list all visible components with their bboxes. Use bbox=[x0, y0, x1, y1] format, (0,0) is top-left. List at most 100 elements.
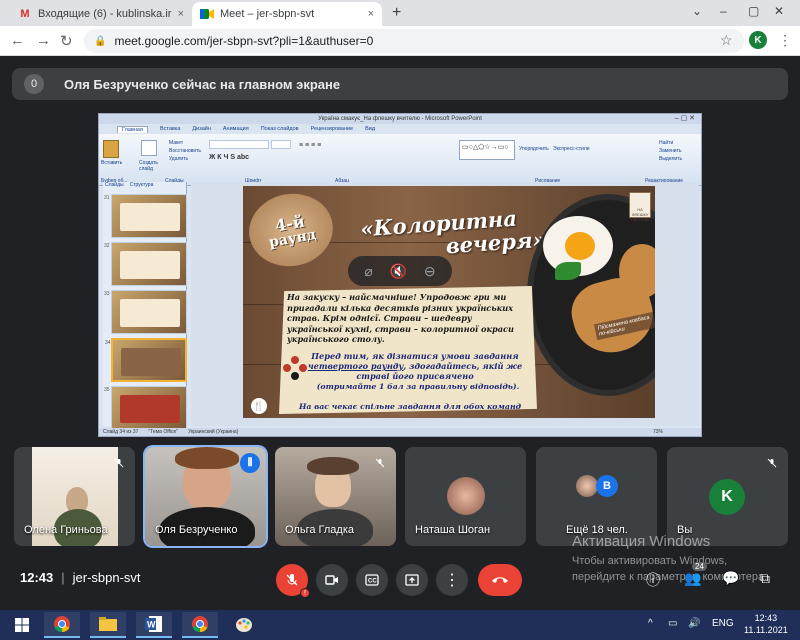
hang-up-icon bbox=[492, 577, 508, 583]
others-letter-avatar: B bbox=[596, 475, 618, 497]
participant-tile[interactable]: Олена Гриньова bbox=[14, 447, 135, 546]
forward-arrow-icon[interactable]: → bbox=[36, 32, 51, 49]
new-tab-button[interactable]: + bbox=[392, 4, 401, 22]
tab-gmail-label: Входящие (6) - kublinska.irina@g bbox=[38, 8, 172, 20]
self-avatar: K bbox=[709, 479, 745, 515]
mute-presentation-icon[interactable]: 🔇 bbox=[390, 263, 407, 280]
tab-meet[interactable]: Meet – jer-sbpn-svt × bbox=[192, 2, 382, 26]
ppt-ribbon-tabs: Главная Вставка Дизайн Анимация Показ сл… bbox=[99, 124, 701, 134]
chrome-profile-taskbar-icon[interactable] bbox=[182, 612, 218, 638]
tab-gmail[interactable]: M Входящие (6) - kublinska.irina@g × bbox=[10, 2, 192, 26]
thumb-content bbox=[120, 299, 180, 327]
others-tile[interactable]: B Ещё 18 чел. bbox=[536, 447, 657, 546]
banner-count: 0 bbox=[24, 74, 44, 94]
paragraph-icons: ≡ ≡ ≡ ≡ bbox=[299, 142, 322, 149]
browser-menu-icon[interactable]: ⋮ bbox=[778, 32, 792, 49]
current-slide: 4-й раунд «Колоритна вечеря» НА ФЛЕШКУ У… bbox=[243, 186, 655, 418]
thumb-content bbox=[120, 251, 180, 279]
url-text: meet.google.com/jer-sbpn-svt?pli=1&authu… bbox=[114, 34, 374, 48]
chat-icon[interactable]: 💬 bbox=[722, 570, 739, 587]
self-tile[interactable]: K Вы bbox=[667, 447, 788, 546]
mic-off-icon bbox=[110, 454, 128, 472]
thumb-number: 35 bbox=[104, 387, 110, 393]
pin-off-icon[interactable]: ⌀ bbox=[364, 263, 372, 280]
activities-icon[interactable]: ⧉ bbox=[760, 570, 770, 587]
thumb-number: 34 bbox=[105, 340, 111, 346]
replace-label: Заменить bbox=[659, 148, 682, 154]
word-taskbar-icon[interactable]: W bbox=[136, 612, 172, 638]
banner-text: Оля Безрученко сейчас на главном экране bbox=[64, 76, 341, 92]
slide-thumbnail: 35 bbox=[104, 386, 187, 430]
network-icon[interactable]: ▭ bbox=[668, 618, 677, 629]
paint-taskbar-icon[interactable] bbox=[226, 612, 262, 638]
font-size-box bbox=[271, 140, 291, 149]
close-tab-icon[interactable]: × bbox=[178, 8, 184, 20]
slides-panel: Слайды Структура 31 32 33 34 35 bbox=[103, 182, 187, 430]
remove-icon[interactable]: ⊖ bbox=[424, 263, 436, 280]
layout-label: Макет bbox=[169, 140, 184, 146]
slide-thumbnail: 31 bbox=[104, 194, 187, 238]
slides-panel-tabs: Слайды Структура bbox=[103, 182, 186, 190]
back-arrow-icon[interactable]: ← bbox=[10, 32, 25, 49]
minimize-button[interactable]: – bbox=[720, 4, 727, 18]
participant-hair bbox=[307, 457, 359, 475]
arrange-label: Упорядочить bbox=[519, 146, 549, 152]
tray-expand-icon[interactable]: ^ bbox=[648, 618, 653, 629]
yolk-image bbox=[565, 232, 595, 260]
chrome-taskbar-icon[interactable] bbox=[44, 612, 80, 638]
present-screen-button[interactable] bbox=[396, 564, 428, 596]
microphone-toggle-button[interactable]: ! bbox=[276, 564, 310, 598]
maximize-button[interactable]: ▢ bbox=[748, 4, 759, 18]
thumb-content bbox=[120, 395, 180, 423]
presenting-banner: 0 Оля Безрученко сейчас на главном экран… bbox=[12, 68, 788, 100]
reload-icon[interactable]: ↻ bbox=[60, 32, 73, 50]
volume-icon[interactable]: 🔊 bbox=[688, 618, 700, 629]
status-slide: Слайд 34 из 37 bbox=[103, 429, 139, 435]
slide-thumbnail: 33 bbox=[104, 290, 187, 334]
ppt-window-title: Україна смакує_На флешку вчителю - Micro… bbox=[318, 116, 482, 122]
captions-button[interactable]: CC bbox=[356, 564, 388, 596]
participant-photo-avatar bbox=[447, 477, 485, 515]
paste-icon bbox=[103, 140, 119, 158]
address-bar-row: ← → ↻ 🔒 meet.google.com/jer-sbpn-svt?pli… bbox=[0, 26, 800, 56]
presentation-overlay-controls: ⌀ 🔇 ⊖ bbox=[348, 256, 452, 286]
people-icon[interactable]: 👥 bbox=[684, 570, 701, 587]
tab-meet-label: Meet – jer-sbpn-svt bbox=[220, 8, 315, 20]
more-options-button[interactable]: ⋮ bbox=[436, 564, 468, 596]
activation-watermark-title: Активация Windows bbox=[572, 533, 711, 550]
close-window-button[interactable]: ✕ bbox=[774, 4, 784, 18]
mic-off-icon bbox=[371, 454, 389, 472]
ppt-tab: Главная bbox=[117, 125, 148, 133]
slide-paragraph-1: На закуску – найсмачніше! Упродовж гри м… bbox=[287, 292, 514, 344]
ppt-tab: Рецензирование bbox=[310, 126, 354, 132]
taskbar-clock[interactable]: 12:43 11.11.2021 bbox=[744, 612, 788, 636]
lock-icon[interactable]: 🔒 bbox=[94, 36, 106, 47]
participant-hair bbox=[175, 447, 239, 469]
url-field[interactable]: 🔒 meet.google.com/jer-sbpn-svt?pli=1&aut… bbox=[84, 29, 744, 53]
meeting-code: jer-sbpn-svt bbox=[72, 570, 141, 585]
language-indicator[interactable]: ENG bbox=[712, 618, 734, 629]
people-count-badge: 24 bbox=[692, 562, 707, 571]
shapes-gallery: ▭○△⬠☆→▭○ bbox=[459, 140, 515, 160]
thumb-number: 32 bbox=[104, 243, 110, 249]
participant-name: Оля Безрученко bbox=[155, 524, 238, 536]
slide-paragraph-4: На вас чекає спільне завдання для обох к… bbox=[299, 402, 522, 411]
file-explorer-taskbar-icon[interactable] bbox=[90, 612, 126, 638]
reset-label: Восстановить bbox=[169, 148, 202, 154]
bookmark-star-icon[interactable]: ☆ bbox=[720, 32, 733, 49]
participant-tile[interactable]: Наташа Шоган bbox=[405, 447, 526, 546]
meeting-details-icon[interactable]: ⓘ bbox=[646, 570, 660, 590]
status-language: Украинский (Украина) bbox=[188, 429, 239, 435]
leave-call-button[interactable] bbox=[478, 564, 522, 596]
flash-logo: НА ФЛЕШКУ УЧИТЕЛЮ bbox=[629, 192, 651, 222]
windows-start-icon[interactable] bbox=[4, 612, 40, 638]
profile-avatar[interactable]: K bbox=[749, 31, 767, 49]
ppt-tab: Дизайн bbox=[192, 126, 211, 132]
participant-tile[interactable]: Ольга Гладка bbox=[275, 447, 396, 546]
close-tab-icon[interactable]: × bbox=[368, 8, 374, 20]
camera-toggle-button[interactable] bbox=[316, 564, 348, 596]
camera-icon bbox=[325, 575, 338, 585]
tab-search-icon[interactable]: ⌄ bbox=[692, 4, 702, 18]
new-slide-label: Создать слайд bbox=[139, 160, 159, 172]
participant-tile-speaking[interactable]: ⦀ Оля Безрученко bbox=[145, 447, 266, 546]
